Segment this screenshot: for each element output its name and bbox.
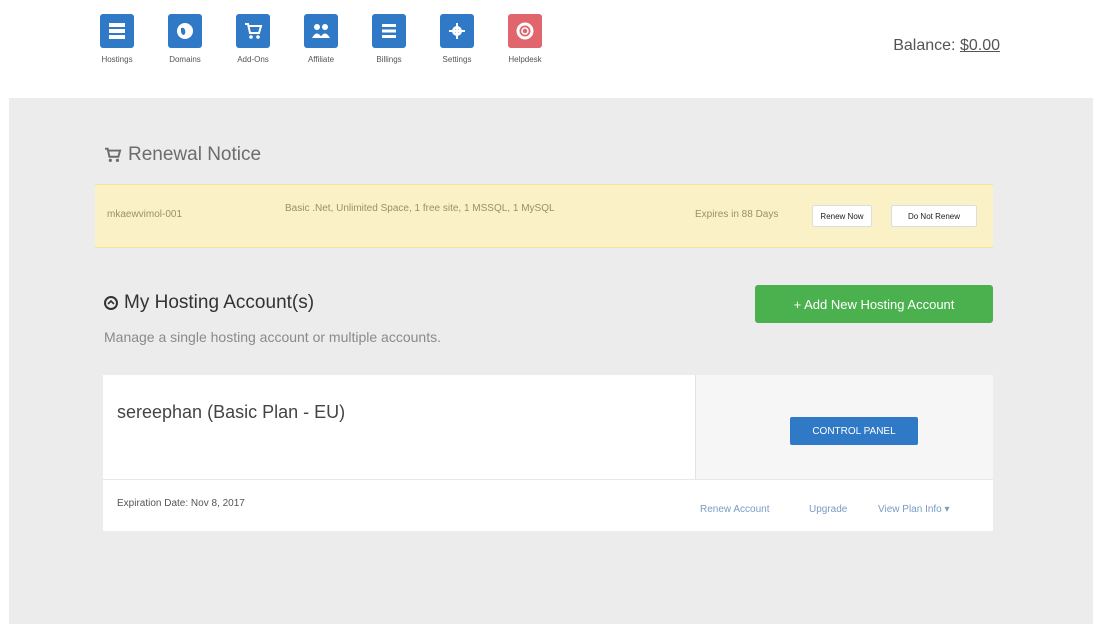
nav-item-add-ons[interactable]: Add-Ons <box>236 14 270 64</box>
view-plan-info-dropdown[interactable]: View Plan Info ▾ <box>878 504 950 515</box>
control-panel-button[interactable]: CONTROL PANEL <box>790 417 918 445</box>
main-nav: Hostings Domains Add-Ons Affiliate Billi… <box>100 14 576 64</box>
left-margin <box>0 98 9 624</box>
cart-icon <box>105 147 122 162</box>
top-navigation-bar: Hostings Domains Add-Ons Affiliate Billi… <box>0 0 1102 98</box>
renewal-plan-description: Basic .Net, Unlimited Space, 1 free site… <box>285 203 555 214</box>
expiration-date: Expiration Date: Nov 8, 2017 <box>117 498 245 509</box>
lifebuoy-icon <box>508 14 542 48</box>
do-not-renew-button[interactable]: Do Not Renew <box>891 205 977 227</box>
users-icon <box>304 14 338 48</box>
renew-now-button[interactable]: Renew Now <box>812 205 872 227</box>
nav-label: Settings <box>442 55 472 64</box>
hosting-accounts-title: My Hosting Account(s) <box>124 292 315 313</box>
list-icon <box>372 14 406 48</box>
upgrade-link[interactable]: Upgrade <box>809 504 847 515</box>
cart-icon <box>236 14 270 48</box>
add-new-hosting-account-button[interactable]: + Add New Hosting Account <box>755 285 993 323</box>
nav-label: Affiliate <box>307 55 335 64</box>
renewal-notice-banner: mkaewvimol-001 Basic .Net, Unlimited Spa… <box>95 184 993 248</box>
globe-icon <box>168 14 202 48</box>
renew-account-link[interactable]: Renew Account <box>700 504 770 515</box>
gear-icon <box>440 14 474 48</box>
main-content <box>0 98 1102 624</box>
hosting-accounts-heading: My Hosting Account(s) <box>104 292 314 314</box>
nav-item-hostings[interactable]: Hostings <box>100 14 134 64</box>
nav-label: Hostings <box>101 55 133 64</box>
nav-label: Helpdesk <box>508 55 542 64</box>
renewal-notice-heading: Renewal Notice <box>104 144 261 166</box>
server-icon <box>100 14 134 48</box>
account-card-footer: Expiration Date: Nov 8, 2017 Renew Accou… <box>103 479 993 532</box>
hosting-account-name: sereephan (Basic Plan - EU) <box>117 402 346 422</box>
right-margin <box>1093 98 1102 624</box>
nav-item-helpdesk[interactable]: Helpdesk <box>508 14 542 64</box>
account-actions-panel: CONTROL PANEL <box>696 375 993 479</box>
nav-item-domains[interactable]: Domains <box>168 14 202 64</box>
balance-label: Balance: <box>893 37 956 54</box>
hosting-accounts-subtitle: Manage a single hosting account or multi… <box>104 329 441 345</box>
nav-label: Domains <box>169 55 201 64</box>
nav-label: Billings <box>376 55 402 64</box>
nav-item-affiliate[interactable]: Affiliate <box>304 14 338 64</box>
renewal-expiry-text: Expires in 88 Days <box>695 209 779 220</box>
balance-amount-link[interactable]: $0.00 <box>960 37 1000 54</box>
balance: Balance: $0.00 <box>893 37 1000 55</box>
nav-label: Add-Ons <box>237 55 269 64</box>
hosting-account-card: sereephan (Basic Plan - EU) CONTROL PANE… <box>103 375 993 531</box>
nav-item-settings[interactable]: Settings <box>440 14 474 64</box>
account-info-panel: sereephan (Basic Plan - EU) <box>103 375 696 479</box>
nav-item-billings[interactable]: Billings <box>372 14 406 64</box>
renewal-account-name: mkaewvimol-001 <box>107 209 183 220</box>
collapse-circle-icon[interactable] <box>104 296 118 310</box>
renewal-notice-title: Renewal Notice <box>128 144 262 165</box>
